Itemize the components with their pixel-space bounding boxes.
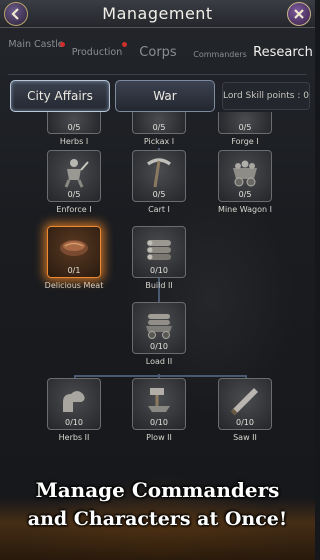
promo-headline: Manage Commanders [35,478,280,502]
research-node-saw-2[interactable]: 0/10 Saw II [218,378,272,442]
mine-wagon-icon [233,160,257,187]
research-node-plow-2[interactable]: 0/10 Plow II [132,378,186,442]
tab-main-castle[interactable]: Main Castle [6,39,66,51]
wagon-logs-icon [146,314,172,339]
lord-skill-points: Lord Skill points : 0 [222,82,310,110]
alert-dot [60,42,65,47]
header-bar: Management [0,0,315,28]
war-button[interactable]: War [115,80,215,112]
pickaxe-icon [146,158,172,188]
saw-icon [230,388,258,416]
muscle-arm-icon [63,391,85,412]
tab-commanders[interactable]: Commanders [188,50,252,59]
research-node-load-2[interactable]: 0/10 Load II [132,302,186,366]
promo-subheadline: and Characters at Once! [27,508,288,530]
warrior-icon [64,159,89,188]
research-node-mine-wagon-1[interactable]: 0/5 Mine Wagon I [218,150,272,214]
close-button[interactable] [287,2,311,26]
tab-production[interactable]: Production [66,47,128,59]
tab-corps[interactable]: Corps [132,45,184,61]
research-tree: 0/5 Herbs I 0/5 Pickax I 0/5 Forge I 0/5… [0,112,315,512]
tab-research[interactable]: Research [252,45,314,61]
alert-dot [122,42,127,47]
research-node-herbs-2[interactable]: 0/10 Herbs II [47,378,101,442]
logs-icon [147,240,171,260]
research-node-cart-1[interactable]: 0/5 Cart I [132,150,186,214]
divider [8,74,307,75]
research-node-herbs-1[interactable]: 0/5 Herbs I [47,112,101,146]
tree-connector [74,375,246,377]
meat-icon [60,240,88,256]
research-node-delicious-meat[interactable]: 0/1 Delicious Meat [45,226,103,290]
city-affairs-button[interactable]: City Affairs [10,80,110,112]
forge-hammer-icon [148,388,170,412]
research-node-forge-1[interactable]: 0/5 Forge I [218,112,272,146]
tab-bar: Main Castle Production Corps Commanders … [0,36,315,72]
research-node-build-2[interactable]: 0/10 Build II [132,226,186,290]
page-title: Management [102,4,213,23]
close-icon [294,9,304,19]
research-node-enforce-1[interactable]: 0/5 Enforce I [47,150,101,214]
research-node-pickax-1[interactable]: 0/5 Pickax I [132,112,186,146]
